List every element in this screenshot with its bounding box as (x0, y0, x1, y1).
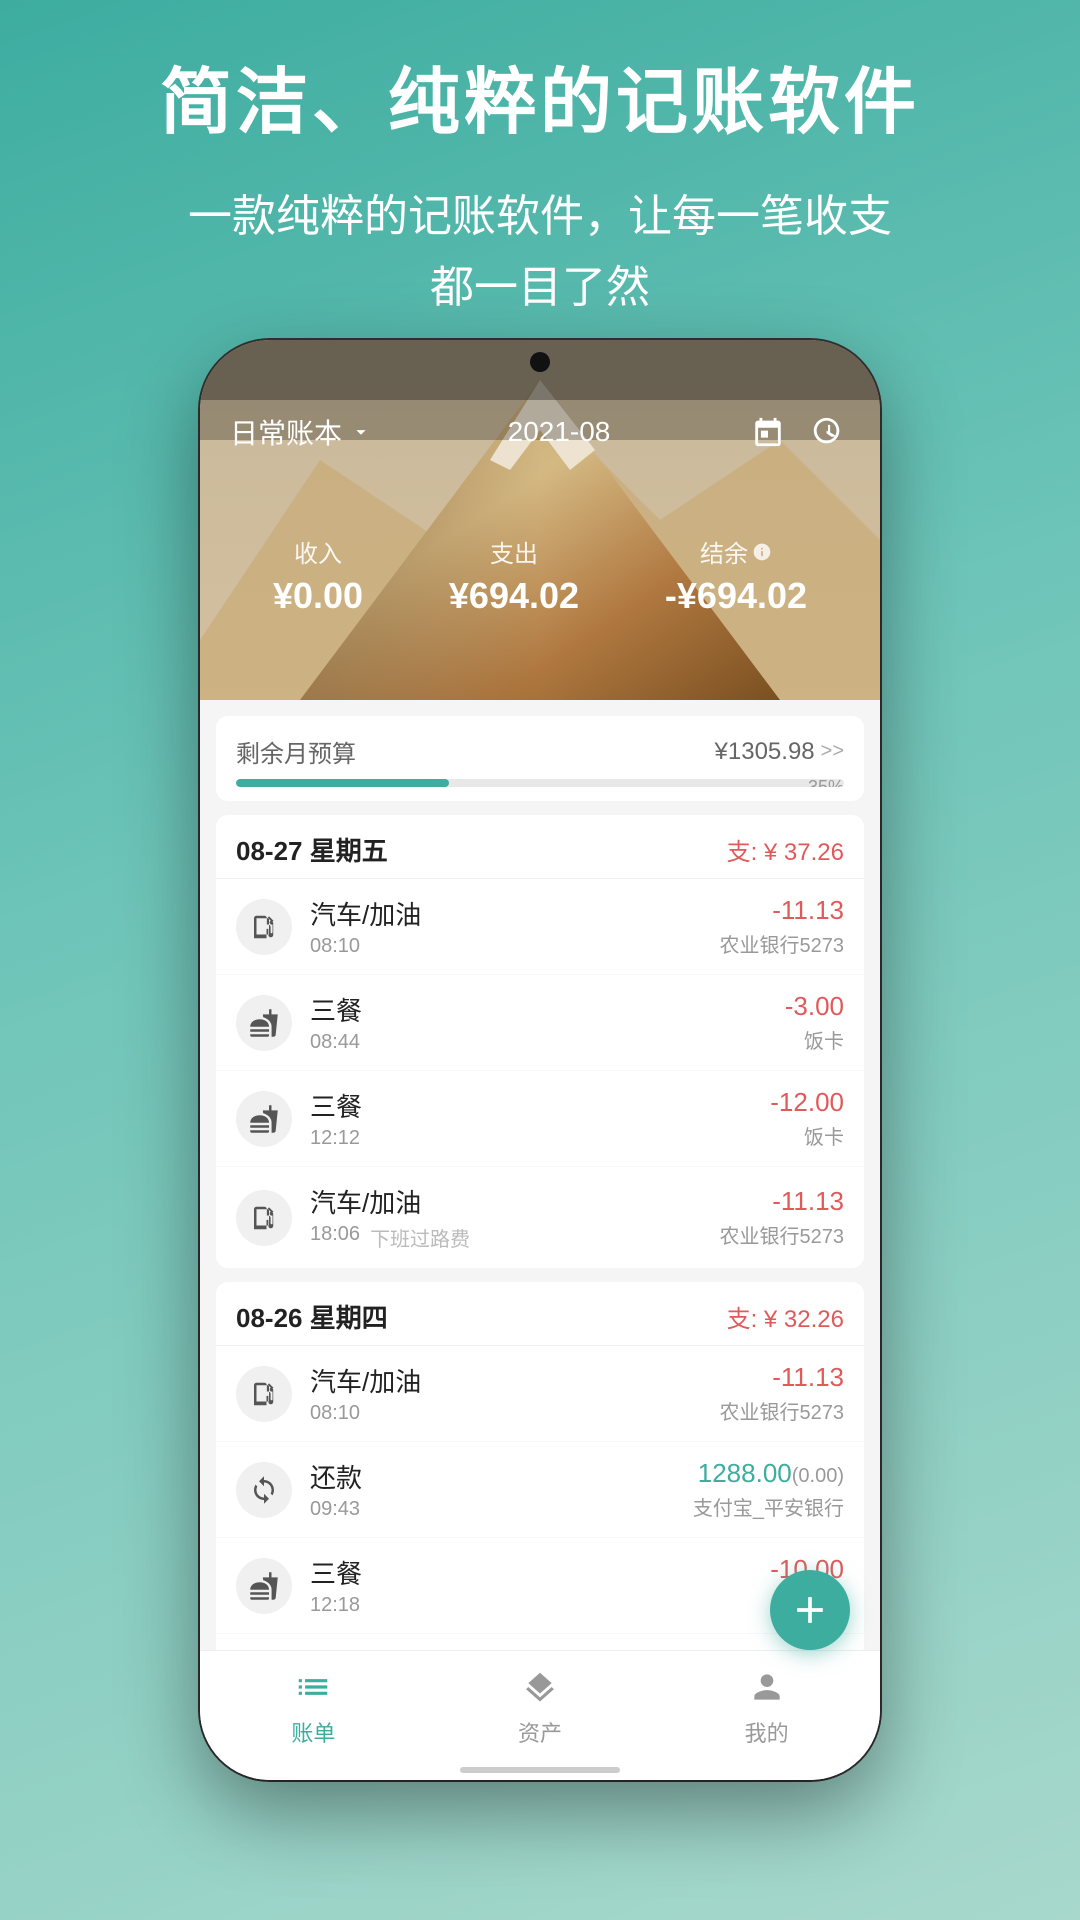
budget-amount: ¥1305.98 >> (715, 738, 844, 766)
tx-info: 汽车/加油 18:06下班过路费 (310, 1183, 702, 1252)
budget-chevron: >> (821, 740, 844, 763)
info-icon (752, 542, 772, 562)
transaction-item[interactable]: 汽车/加油 08:10 -11.13 农业银行5273 (216, 879, 864, 975)
chevron-down-icon (350, 421, 372, 443)
home-bar (460, 1767, 620, 1773)
date-header-0827: 08-27 星期五 支: ¥ 37.26 (216, 815, 864, 879)
account-selector[interactable]: 日常账本 (230, 412, 372, 452)
plus-icon (788, 1588, 832, 1632)
transaction-item[interactable]: 三餐 12:12 -12.00 饭卡 (216, 1071, 864, 1167)
tx-amount-area: 1288.00(0.00) 支付宝_平安银行 (693, 1458, 844, 1521)
tx-info: 汽车/加油 08:10 (310, 895, 702, 958)
calendar-icon[interactable] (746, 410, 790, 454)
page-header: 简洁、纯粹的记账软件 一款纯粹的记账软件，让每一笔收支都一目了然 (0, 0, 1080, 353)
notch (200, 340, 880, 400)
stats-row: 收入 ¥0.00 支出 ¥694.02 结余 -¥694. (230, 534, 850, 617)
meal-icon (236, 1558, 292, 1614)
budget-label: 剩余月预算 (236, 734, 356, 769)
meal-icon (236, 1091, 292, 1147)
expense-value: ¥694.02 (449, 575, 579, 617)
gas-icon (236, 899, 292, 955)
header-top-row: 日常账本 2021-08 (230, 410, 850, 454)
nav-label-assets: 资产 (518, 1716, 562, 1748)
list-icon (290, 1664, 336, 1710)
budget-fill (236, 779, 449, 787)
tx-amount-area: -12.00 饭卡 (770, 1087, 844, 1150)
balance-stat: 结余 -¥694.02 (665, 534, 807, 617)
tx-amount-area: -11.13 农业银行5273 (720, 895, 845, 958)
nav-item-ledger[interactable]: 账单 (200, 1664, 427, 1748)
transaction-item[interactable]: 还款 09:43 1288.00(0.00) 支付宝_平安银行 (216, 1442, 864, 1538)
app-header: 日常账本 2021-08 (200, 340, 880, 700)
gas-icon (236, 1190, 292, 1246)
budget-progress: 35% (236, 779, 844, 787)
date-total-0827: 支: ¥ 37.26 (727, 832, 844, 867)
gas-icon (236, 1366, 292, 1422)
tx-info: 三餐 12:12 (310, 1087, 752, 1150)
add-fab[interactable] (770, 1570, 850, 1650)
tx-info: 三餐 12:18 (310, 1554, 752, 1617)
date-title-0826: 08-26 星期四 (236, 1298, 388, 1335)
expense-label: 支出 (449, 534, 579, 569)
date-group-0826: 08-26 星期四 支: ¥ 32.26 汽车/加油 08:10 (216, 1282, 864, 1650)
date-group-0827: 08-27 星期五 支: ¥ 37.26 汽车/加油 08:10 (216, 815, 864, 1268)
income-stat: 收入 ¥0.00 (273, 534, 363, 617)
date-title-0827: 08-27 星期五 (236, 831, 388, 868)
income-value: ¥0.00 (273, 575, 363, 617)
transaction-list: 08-27 星期五 支: ¥ 37.26 汽车/加油 08:10 (200, 801, 880, 1650)
transaction-item[interactable]: 汽车/加油 18:06下班过路费 -11.13 农业银行5273 (216, 1167, 864, 1268)
date-header-0826: 08-26 星期四 支: ¥ 32.26 (216, 1282, 864, 1346)
app-content: 剩余月预算 ¥1305.98 >> 35% (200, 700, 880, 1780)
income-label: 收入 (273, 534, 363, 569)
chart-icon[interactable] (806, 410, 850, 454)
header-date: 2021-08 (508, 416, 611, 448)
balance-value: -¥694.02 (665, 575, 807, 617)
page-subtitle: 一款纯粹的记账软件，让每一笔收支都一目了然 (60, 182, 1020, 323)
transaction-item[interactable]: 三餐 08:44 -3.00 饭卡 (216, 975, 864, 1071)
budget-percent: 35% (808, 779, 844, 787)
date-total-0826: 支: ¥ 32.26 (727, 1299, 844, 1334)
nav-label-profile: 我的 (745, 1716, 789, 1748)
tx-amount-area: -11.13 农业银行5273 (720, 1186, 845, 1249)
tx-info: 汽车/加油 08:10 (310, 1362, 702, 1425)
nav-item-profile[interactable]: 我的 (653, 1664, 880, 1748)
transaction-item[interactable]: 三餐 12:18 -10.00 饭卡 (216, 1538, 864, 1634)
tx-info: 三餐 08:44 (310, 991, 767, 1054)
balance-label: 结余 (665, 534, 807, 569)
tx-info: 还款 09:43 (310, 1458, 675, 1521)
person-icon (744, 1664, 790, 1710)
home-indicator (200, 1760, 880, 1780)
tx-amount-area: -11.13 农业银行5273 (720, 1362, 845, 1425)
layers-icon (517, 1664, 563, 1710)
nav-label-ledger: 账单 (291, 1716, 335, 1748)
repay-icon (236, 1462, 292, 1518)
page-title: 简洁、纯粹的记账软件 (60, 60, 1020, 146)
tx-amount-area: -3.00 饭卡 (785, 991, 844, 1054)
transaction-item[interactable]: 汽车/加油 18:06下班过路费测试... ......... -3 农业... (216, 1634, 864, 1650)
phone-mockup: 日常账本 2021-08 (200, 340, 880, 1780)
meal-icon (236, 995, 292, 1051)
nav-item-assets[interactable]: 资产 (427, 1664, 654, 1748)
transaction-item[interactable]: 汽车/加油 08:10 -11.13 农业银行5273 (216, 1346, 864, 1442)
budget-bar[interactable]: 剩余月预算 ¥1305.98 >> 35% (216, 716, 864, 801)
bottom-nav: 账单 资产 我的 (200, 1650, 880, 1760)
expense-stat: 支出 ¥694.02 (449, 534, 579, 617)
